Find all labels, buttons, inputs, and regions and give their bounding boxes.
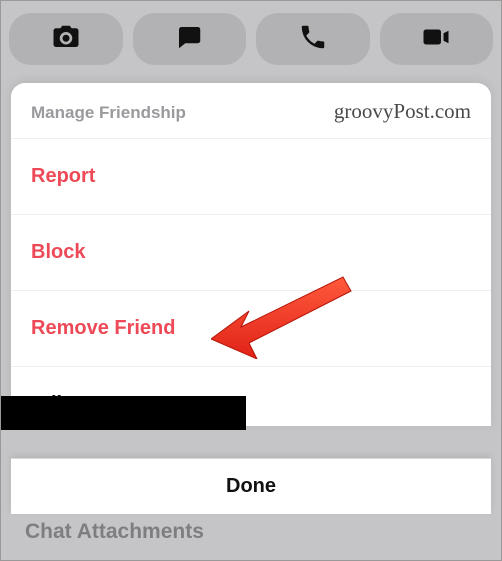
phone-button[interactable] bbox=[256, 13, 370, 65]
watermark-text: groovyPost.com bbox=[334, 99, 471, 124]
sheet-header: Manage Friendship groovyPost.com bbox=[11, 83, 491, 139]
background-section-label: Chat Attachments bbox=[25, 520, 204, 544]
chat-toolbar bbox=[1, 1, 501, 85]
menu-item-label: Block bbox=[31, 241, 85, 263]
done-label: Done bbox=[226, 475, 276, 498]
chat-button[interactable] bbox=[133, 13, 247, 65]
menu-item-block[interactable]: Block bbox=[11, 215, 491, 291]
redaction-block bbox=[1, 396, 246, 430]
done-button[interactable]: Done bbox=[11, 458, 491, 514]
video-button[interactable] bbox=[380, 13, 494, 65]
camera-icon bbox=[51, 22, 81, 57]
menu-item-label: Remove Friend bbox=[31, 317, 175, 339]
phone-icon bbox=[298, 22, 328, 57]
video-icon bbox=[421, 22, 451, 57]
menu-item-label: Report bbox=[31, 165, 95, 187]
sheet-title: Manage Friendship bbox=[31, 103, 186, 123]
chat-icon bbox=[174, 22, 204, 57]
camera-button[interactable] bbox=[9, 13, 123, 65]
menu-item-report[interactable]: Report bbox=[11, 139, 491, 215]
manage-friendship-sheet: Manage Friendship groovyPost.com Report … bbox=[11, 83, 491, 426]
menu-item-remove-friend[interactable]: Remove Friend bbox=[11, 291, 491, 367]
